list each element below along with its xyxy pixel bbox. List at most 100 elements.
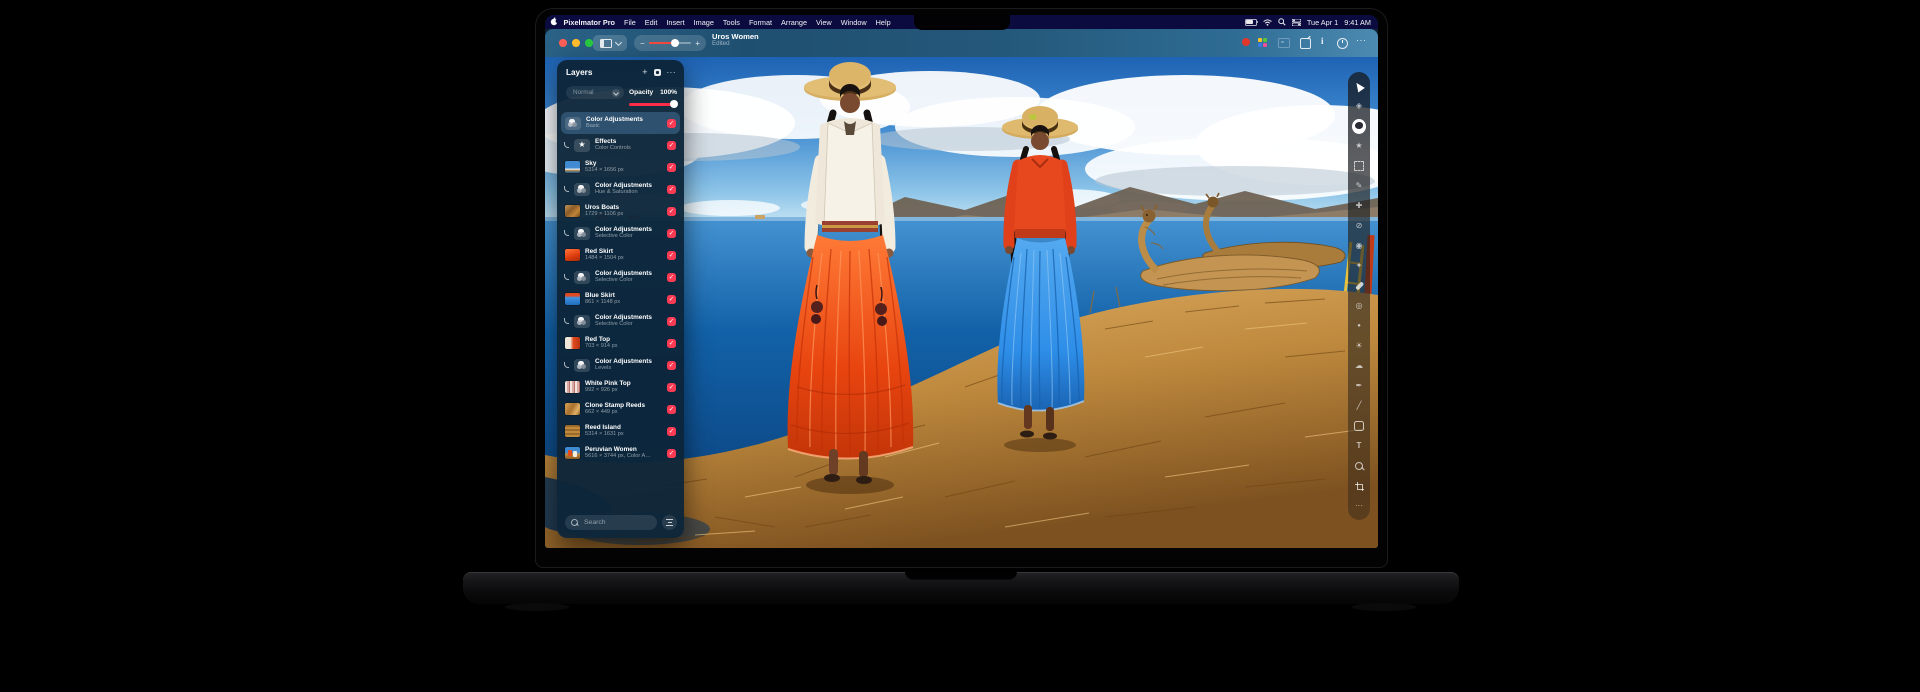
color-select-tool-icon[interactable]: ✚: [1352, 199, 1366, 213]
zoom-window-button[interactable]: [585, 39, 593, 47]
layer-row[interactable]: Color Adjustments Basic ✓: [561, 112, 680, 134]
layer-row[interactable]: Color Adjustments Levels ✓: [561, 354, 680, 376]
pen-tool-icon[interactable]: ✒: [1352, 379, 1366, 393]
layer-row[interactable]: Color Adjustments Hue & Saturation ✓: [561, 178, 680, 200]
menu-image[interactable]: Image: [689, 18, 718, 27]
search-icon[interactable]: [1278, 18, 1286, 26]
layer-options-icon[interactable]: [654, 69, 661, 76]
menu-arrange[interactable]: Arrange: [777, 18, 812, 27]
clone-tool-icon[interactable]: ◉: [1352, 239, 1366, 253]
layer-row[interactable]: Peruvian Women 5616 × 3744 px, Color Adj…: [561, 442, 680, 464]
layer-visibility-checkbox[interactable]: ✓: [667, 251, 676, 260]
layer-visibility-checkbox[interactable]: ✓: [667, 317, 676, 326]
layer-visibility-checkbox[interactable]: ✓: [667, 229, 676, 238]
zoom-slider[interactable]: − +: [634, 35, 706, 51]
control-center-icon[interactable]: [1292, 19, 1301, 26]
search-input[interactable]: [582, 518, 656, 527]
panel-more-icon[interactable]: ···: [667, 68, 677, 77]
menu-insert[interactable]: Insert: [662, 18, 689, 27]
zoom-in-icon[interactable]: +: [695, 39, 700, 48]
menu-window[interactable]: Window: [836, 18, 871, 27]
smudge-tool-icon[interactable]: ☁: [1352, 359, 1366, 373]
shape-tool-icon[interactable]: [1352, 419, 1366, 433]
opacity-knob[interactable]: [670, 100, 678, 108]
layer-visibility-checkbox[interactable]: ✓: [667, 163, 676, 172]
layer-row[interactable]: Blue Skirt 861 × 1148 px ✓: [561, 288, 680, 310]
layer-visibility-checkbox[interactable]: ✓: [667, 273, 676, 282]
menu-edit[interactable]: Edit: [640, 18, 662, 27]
menubar-time[interactable]: 9:41 AM: [1344, 18, 1371, 27]
more-button[interactable]: ···: [1356, 35, 1367, 45]
erase-select-tool-icon[interactable]: ⊘: [1352, 219, 1366, 233]
minimize-button[interactable]: [572, 39, 580, 47]
close-button[interactable]: [559, 39, 567, 47]
info-button[interactable]: i: [1321, 36, 1324, 46]
zoom-track[interactable]: [649, 42, 692, 45]
layer-visibility-checkbox[interactable]: ✓: [667, 295, 676, 304]
layer-row[interactable]: Color Adjustments Selective Color ✓: [561, 222, 680, 244]
battery-icon[interactable]: [1245, 19, 1257, 26]
zoom-knob[interactable]: [671, 39, 679, 47]
apple-menu[interactable]: [545, 17, 559, 28]
layer-visibility-checkbox[interactable]: ✓: [667, 427, 676, 436]
wifi-icon[interactable]: [1263, 19, 1272, 26]
arrow-tool-icon[interactable]: [1352, 79, 1366, 93]
layer-visibility-checkbox[interactable]: ✓: [667, 207, 676, 216]
rect-select-tool-icon[interactable]: [1352, 159, 1366, 173]
canvas-button[interactable]: [1300, 38, 1311, 49]
transform-tool-icon[interactable]: ◈: [1352, 99, 1366, 113]
star-tool-icon[interactable]: ★: [1352, 139, 1366, 153]
sidebar-toggle-button[interactable]: [593, 35, 627, 51]
dodge-tool-icon[interactable]: ●: [1352, 319, 1366, 333]
red-eye-tool-icon[interactable]: ◎: [1352, 299, 1366, 313]
layer-visibility-checkbox[interactable]: ✓: [667, 405, 676, 414]
layer-info: 861 × 1148 px: [585, 299, 620, 305]
layer-visibility-checkbox[interactable]: ✓: [667, 141, 676, 150]
color-adjustments-button[interactable]: [1242, 38, 1250, 46]
layer-name: Color Adjustments: [595, 358, 652, 365]
layer-row[interactable]: ★ Effects Color Controls ✓: [561, 134, 680, 156]
layer-visibility-checkbox[interactable]: ✓: [667, 119, 676, 128]
brush-tool-icon[interactable]: ✦: [1352, 259, 1366, 273]
effects-button[interactable]: [1258, 38, 1267, 47]
layer-row[interactable]: Color Adjustments Selective Color ✓: [561, 266, 680, 288]
zoom-tool-icon[interactable]: [1352, 459, 1366, 473]
heal-tool-icon[interactable]: [1352, 279, 1366, 293]
layers-filter-button[interactable]: [662, 515, 677, 530]
layer-visibility-checkbox[interactable]: ✓: [667, 339, 676, 348]
blend-mode-dropdown[interactable]: Normal: [566, 86, 624, 99]
zoom-out-icon[interactable]: −: [640, 39, 645, 48]
layers-search-field[interactable]: [565, 515, 657, 530]
menu-format[interactable]: Format: [744, 18, 776, 27]
layer-row[interactable]: Uros Boats 1729 × 1106 px ✓: [561, 200, 680, 222]
layer-visibility-checkbox[interactable]: ✓: [667, 361, 676, 370]
menu-help[interactable]: Help: [871, 18, 895, 27]
layer-row[interactable]: Sky 5314 × 1656 px ✓: [561, 156, 680, 178]
layer-row[interactable]: Reed Island 5314 × 1631 px ✓: [561, 420, 680, 442]
quick-select-tool-icon[interactable]: ✎: [1352, 179, 1366, 193]
add-layer-icon[interactable]: +: [642, 68, 647, 77]
layer-row[interactable]: Red Skirt 1484 × 1504 px ✓: [561, 244, 680, 266]
sharpen-tool-icon[interactable]: ☀: [1352, 339, 1366, 353]
layer-visibility-checkbox[interactable]: ✓: [667, 449, 676, 458]
layer-visibility-checkbox[interactable]: ✓: [667, 185, 676, 194]
menubar-date[interactable]: Tue Apr 1: [1307, 18, 1338, 27]
menu-view[interactable]: View: [812, 18, 837, 27]
layer-visibility-checkbox[interactable]: ✓: [667, 383, 676, 392]
more-tools-icon[interactable]: ···: [1352, 499, 1366, 513]
eyedropper-tool-icon[interactable]: ╱: [1352, 399, 1366, 413]
menu-app-name[interactable]: Pixelmator Pro: [559, 18, 620, 27]
menu-tools[interactable]: Tools: [718, 18, 744, 27]
blend-mode-value: Normal: [573, 89, 594, 96]
layer-row[interactable]: Clone Stamp Reeds 662 × 449 px ✓: [561, 398, 680, 420]
layer-row[interactable]: Red Top 703 × 914 px ✓: [561, 332, 680, 354]
photos-button[interactable]: [1278, 38, 1290, 48]
menu-file[interactable]: File: [620, 18, 641, 27]
text-tool-icon[interactable]: T: [1352, 439, 1366, 453]
crop-tool-icon[interactable]: [1352, 479, 1366, 493]
select-subject-tool-icon[interactable]: [1352, 119, 1366, 133]
share-button[interactable]: [1337, 38, 1348, 49]
layer-row[interactable]: Color Adjustments Selective Color ✓: [561, 310, 680, 332]
opacity-slider[interactable]: [629, 103, 677, 106]
layer-row[interactable]: White Pink Top 992 × 926 px ✓: [561, 376, 680, 398]
